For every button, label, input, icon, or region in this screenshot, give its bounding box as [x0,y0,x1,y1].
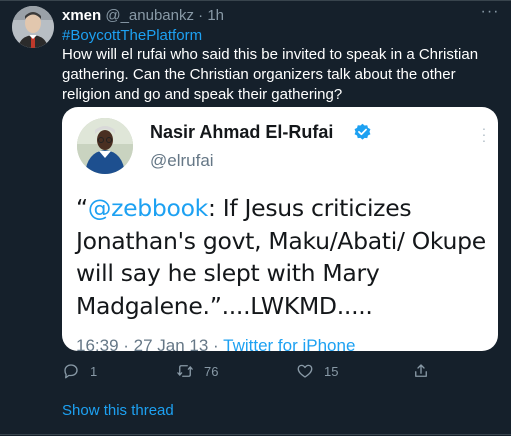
tweet-header: xmen @_anubankz · 1h [62,6,471,26]
author-name[interactable]: xmen [62,7,101,24]
quoted-tweet-text: “@zebbook: If Jesus criticizes Jonathan'… [76,192,492,322]
reply-button[interactable]: 1 [62,360,97,382]
quoted-author-avatar[interactable] [77,118,133,174]
like-button[interactable]: 15 [296,360,338,382]
header-separator: · [193,7,208,24]
hashtag-link[interactable]: #BoycottThePlatform [62,27,202,45]
quoted-author-handle[interactable]: @elrufai [150,150,214,172]
reply-icon [64,364,78,379]
author-avatar[interactable] [12,6,54,48]
share-button[interactable] [412,360,430,382]
more-icon[interactable]: ··· [479,4,501,24]
quoted-more-icon[interactable]: · · · [480,121,488,147]
share-icon [415,364,427,377]
retweet-icon [177,365,193,377]
bottom-divider [0,434,511,435]
tweet-time[interactable]: 1h [207,7,224,24]
quoted-time-text[interactable]: 16:39 · 27 Jan 13 · [76,336,223,351]
open-quote: “ [76,194,88,222]
mention-link[interactable]: @zebbook [88,194,208,222]
tweet-text: How will el rufai who said this be invit… [62,46,479,103]
quoted-tweet-card[interactable]: Nasir Ahmad El-Rufai @elrufai · · · “@zebb… [62,107,498,351]
heart-icon [297,364,313,378]
retweet-button[interactable]: 76 [176,360,218,382]
quoted-source-link[interactable]: Twitter for iPhone [223,336,355,351]
like-count: 15 [324,363,339,379]
tweet-actions: 1 76 15 [62,360,442,382]
quoted-author-name[interactable]: Nasir Ahmad El-Rufai [150,121,333,143]
top-divider [0,0,511,1]
show-thread-link[interactable]: Show this thread [62,402,174,419]
author-handle[interactable]: @_anubankz [105,7,194,24]
retweet-count: 76 [204,363,219,379]
reply-count: 1 [90,363,98,379]
verified-badge-icon [354,123,371,140]
quoted-timestamp: 16:39 · 27 Jan 13 · Twitter for iPhone [76,336,355,351]
